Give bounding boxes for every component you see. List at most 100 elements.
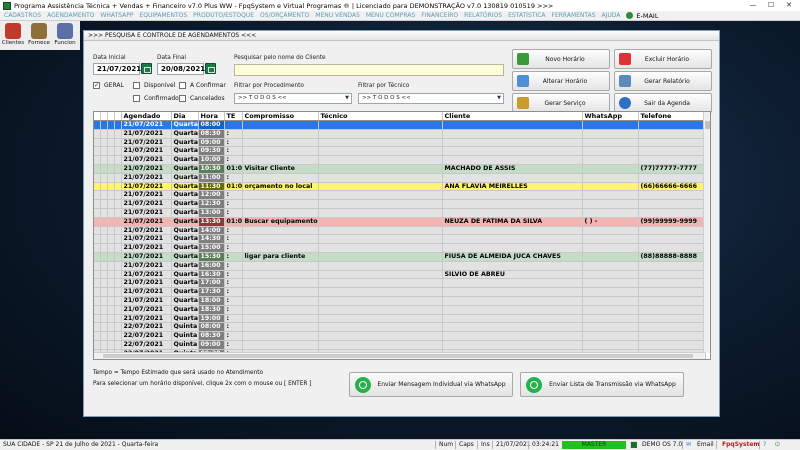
menu-email[interactable]: E-MAIL: [626, 12, 658, 20]
table-row[interactable]: 21/07/2021 Quarta 15:30: ligar para cliente…: [94, 252, 706, 262]
minimize-button[interactable]: —: [744, 0, 762, 11]
menu-relatorios[interactable]: RELATÓRIOS: [464, 12, 502, 19]
menu-equipamentos[interactable]: EQUIPAMENTOS: [140, 12, 188, 19]
menu-whatsapp[interactable]: WHATSAPP: [100, 12, 133, 19]
menu-produto-estoque[interactable]: PRODUTO/ESTOQUE: [193, 12, 254, 19]
menu-vendas[interactable]: MENU VENDAS: [315, 12, 360, 19]
tech-filter-select[interactable]: >> T O D O S << ▼: [358, 93, 504, 104]
search-client-input[interactable]: [234, 64, 504, 76]
col-tecnico[interactable]: Técnico: [318, 112, 443, 121]
table-row[interactable]: 21/07/2021 Quarta 09:00:: [94, 138, 706, 148]
menu-ferramentas[interactable]: FERRAMENTAS: [552, 12, 596, 19]
cell-tecnico: [318, 314, 443, 324]
table-row[interactable]: 21/07/2021 Quarta 14:30:: [94, 234, 706, 245]
close-button[interactable]: ✕: [780, 0, 798, 11]
menu-financeiro[interactable]: FINANCEIRO: [421, 12, 458, 19]
calendar-icon[interactable]: [205, 63, 216, 74]
table-row[interactable]: 21/07/2021 Quarta 12:00:: [94, 190, 706, 201]
table-row[interactable]: 21/07/2021 Quarta 14:00:: [94, 226, 706, 236]
row-indicator: [100, 287, 108, 297]
col-cliente[interactable]: Cliente: [442, 112, 583, 121]
col-compromisso[interactable]: Compromisso: [242, 112, 319, 121]
table-row[interactable]: 21/07/2021 Quarta 18:30:: [94, 305, 706, 315]
table-row[interactable]: 21/07/2021Quarta10:3001:00Visitar Client…: [94, 164, 706, 174]
filter-cancelados[interactable]: Cancelados: [179, 95, 225, 102]
calendar-icon[interactable]: [141, 63, 152, 74]
cell-compromisso: ligar para cliente: [242, 252, 319, 262]
filter-confirmado-label: Confirmado: [144, 95, 179, 102]
cell-telefone: (66)66666-6666: [638, 182, 706, 192]
schedule-grid[interactable]: Agendado Dia Hora TE Compromisso Técnico…: [93, 111, 711, 360]
whatsapp-broadcast-button[interactable]: Enviar Lista de Transmissão via WhatsApp: [520, 372, 684, 397]
menu-estatistica[interactable]: ESTATÍSTICA: [508, 12, 545, 19]
table-row[interactable]: 21/07/2021 Quarta 16:00:: [94, 261, 706, 271]
table-row[interactable]: 21/07/2021 Quarta 17:00:: [94, 278, 706, 289]
status-divider: [716, 441, 717, 449]
table-row[interactable]: 21/07/2021 Quarta 17:30:: [94, 287, 706, 297]
menu-cadastros[interactable]: CADASTROS: [4, 12, 41, 19]
col-te[interactable]: TE: [224, 112, 243, 121]
window-titlebar: Programa Assistência Técnica + Vendas + …: [0, 0, 800, 11]
table-row[interactable]: 21/07/2021 Quarta 08:00: [94, 120, 706, 130]
cell-agendado: 21/07/2021: [121, 305, 172, 315]
col-whatsapp[interactable]: WhatsApp: [582, 112, 639, 121]
table-row[interactable]: 22/07/2021 Quinta 09:00:: [94, 340, 706, 350]
cell-compromisso: [242, 120, 319, 130]
toolbar-fornecedores[interactable]: Fornece: [26, 21, 52, 50]
table-row[interactable]: 21/07/2021 Quarta 10:00:: [94, 155, 706, 165]
col-telefone[interactable]: Telefone: [638, 112, 706, 121]
cell-agendado: 21/07/2021: [121, 129, 172, 139]
menu-ajuda[interactable]: AJUDA: [602, 12, 621, 19]
new-slot-button[interactable]: Novo Horário: [512, 49, 610, 69]
table-row[interactable]: 21/07/2021 Quarta 19:00:: [94, 314, 706, 324]
cell-hora: 18:00: [198, 296, 225, 306]
filter-confirmado[interactable]: Confirmado: [133, 95, 179, 102]
cell-te: :: [224, 155, 243, 165]
table-row[interactable]: 21/07/2021Quarta11:3001:00orçamento no l…: [94, 182, 706, 192]
generate-service-button[interactable]: Gerar Serviço: [512, 93, 610, 113]
filter-geral[interactable]: ✓ GERAL: [93, 82, 124, 89]
cell-agendado: 21/07/2021: [121, 190, 172, 201]
table-row[interactable]: 21/07/2021 Quarta 08:30:: [94, 129, 706, 139]
col-agendado[interactable]: Agendado: [121, 112, 172, 121]
edit-slot-button[interactable]: Alterar Horário: [512, 71, 610, 91]
table-row[interactable]: 21/07/2021Quarta13:3001:00Buscar equipam…: [94, 217, 706, 227]
table-row[interactable]: 21/07/2021 Quarta 09:30:: [94, 146, 706, 157]
whatsapp-individual-button[interactable]: Enviar Mensagem Individual via WhatsApp: [349, 372, 513, 397]
table-row[interactable]: 21/07/2021 Quarta 16:30: SILVIO DE ABREU: [94, 270, 706, 280]
scroll-thumb[interactable]: [103, 354, 693, 358]
proc-filter-select[interactable]: >> T O D O S << ▼: [234, 93, 352, 104]
date-end-input[interactable]: 20/08/2021: [157, 63, 205, 75]
table-row[interactable]: 21/07/2021 Quarta 15:00:: [94, 243, 706, 253]
menu-compras[interactable]: MENU COMPRAS: [366, 12, 415, 19]
col-dia[interactable]: Dia: [171, 112, 199, 121]
col-hora[interactable]: Hora: [198, 112, 225, 121]
report-button[interactable]: Gerar Relatório: [614, 71, 712, 91]
table-row[interactable]: 21/07/2021 Quarta 18:00:: [94, 296, 706, 306]
row-indicator: [100, 155, 108, 165]
scroll-thumb[interactable]: [705, 121, 710, 129]
table-row[interactable]: 22/07/2021 Quinta 08:00:: [94, 322, 706, 333]
table-row[interactable]: 21/07/2021 Quarta 12:30:: [94, 199, 706, 209]
cell-agendado: 22/07/2021: [121, 331, 172, 341]
cell-cliente: [442, 155, 583, 165]
table-row[interactable]: 21/07/2021 Quarta 11:00:: [94, 173, 706, 183]
maximize-button[interactable]: ☐: [762, 0, 780, 11]
date-start-input[interactable]: 21/07/2021: [93, 63, 141, 75]
menu-os-orcamento[interactable]: OS/ORÇAMENTO: [260, 12, 309, 19]
table-row[interactable]: 21/07/2021 Quarta 13:00:: [94, 208, 706, 218]
toolbar-clientes[interactable]: Clientes: [0, 21, 26, 50]
vertical-scrollbar[interactable]: [703, 112, 710, 353]
toolbar-funcionarios[interactable]: Funcion: [52, 21, 78, 50]
delete-slot-button[interactable]: Excluir Horário: [614, 49, 712, 69]
exit-agenda-button[interactable]: Sair da Agenda: [614, 93, 712, 113]
exit-icon[interactable]: ⏻: [775, 440, 780, 450]
menu-agendamento[interactable]: AGENDAMENTO: [47, 12, 94, 19]
row-indicator: [100, 129, 108, 139]
filter-disponivel[interactable]: Disponível: [133, 82, 175, 89]
table-row[interactable]: 22/07/2021 Quinta 08:30:: [94, 331, 706, 341]
note-select: Para selecionar um horário disponível, c…: [93, 381, 312, 387]
horizontal-scrollbar[interactable]: [94, 352, 705, 359]
filter-a-confirmar[interactable]: A Confirmar: [179, 82, 226, 89]
help-icon[interactable]: ?: [763, 440, 766, 450]
